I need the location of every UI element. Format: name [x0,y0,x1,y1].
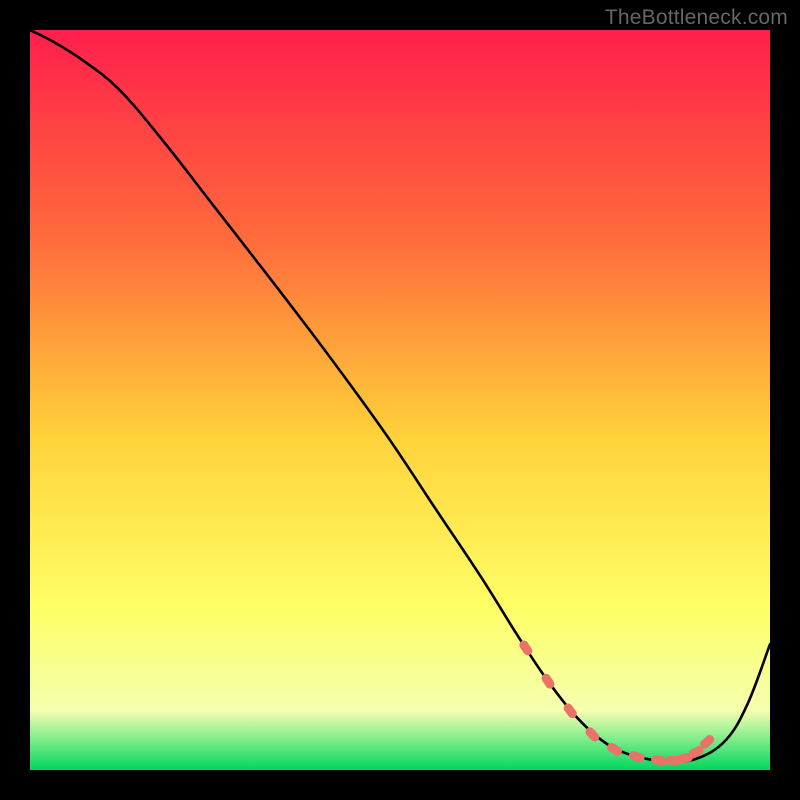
gradient-background [30,30,770,770]
chart-frame: TheBottleneck.com [0,0,800,800]
plot-area [30,30,770,770]
watermark-text: TheBottleneck.com [605,6,788,30]
chart-svg [30,30,770,770]
